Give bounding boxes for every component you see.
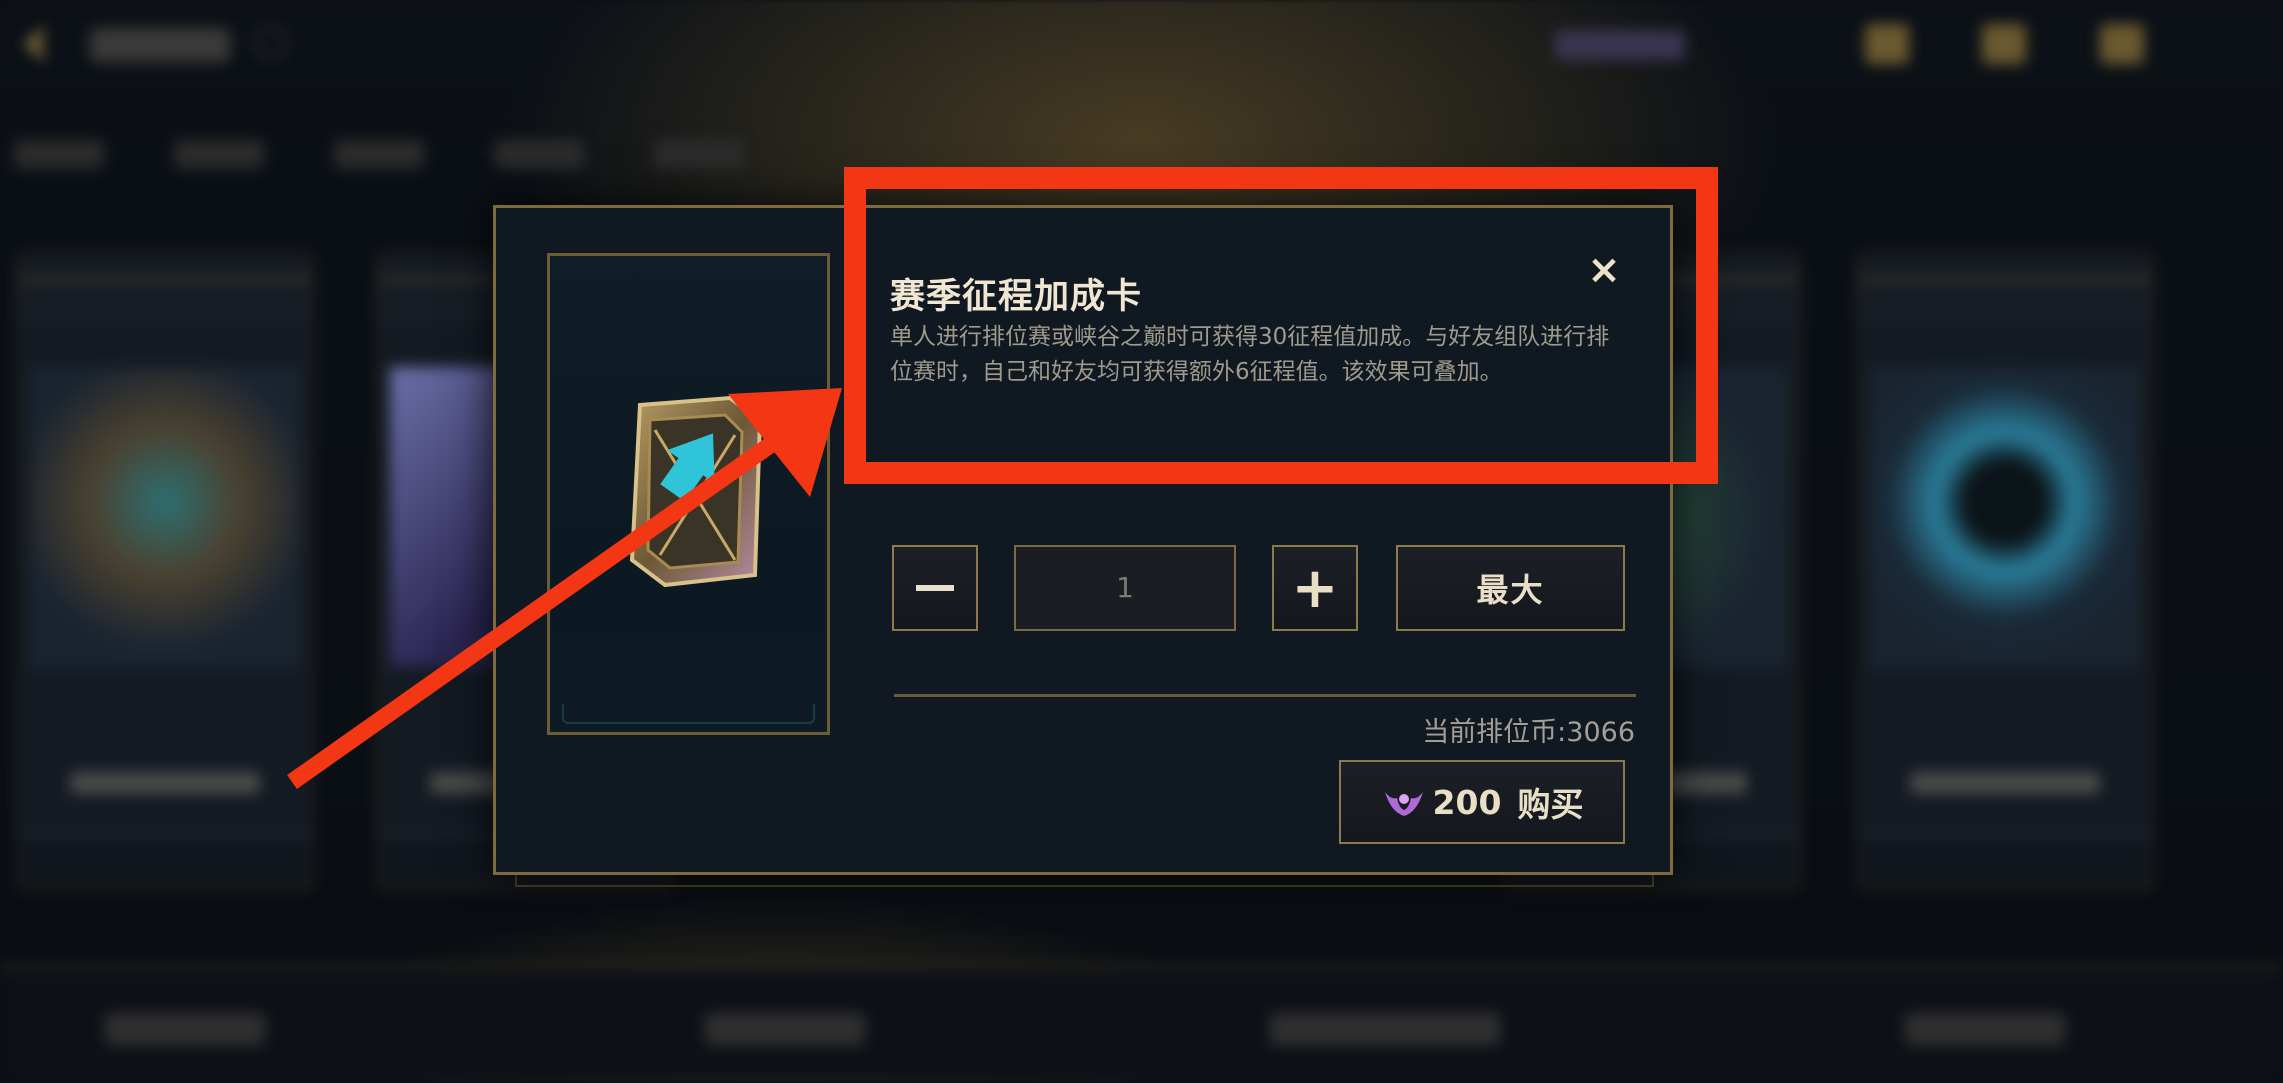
annotation-arrow-icon bbox=[287, 388, 842, 789]
